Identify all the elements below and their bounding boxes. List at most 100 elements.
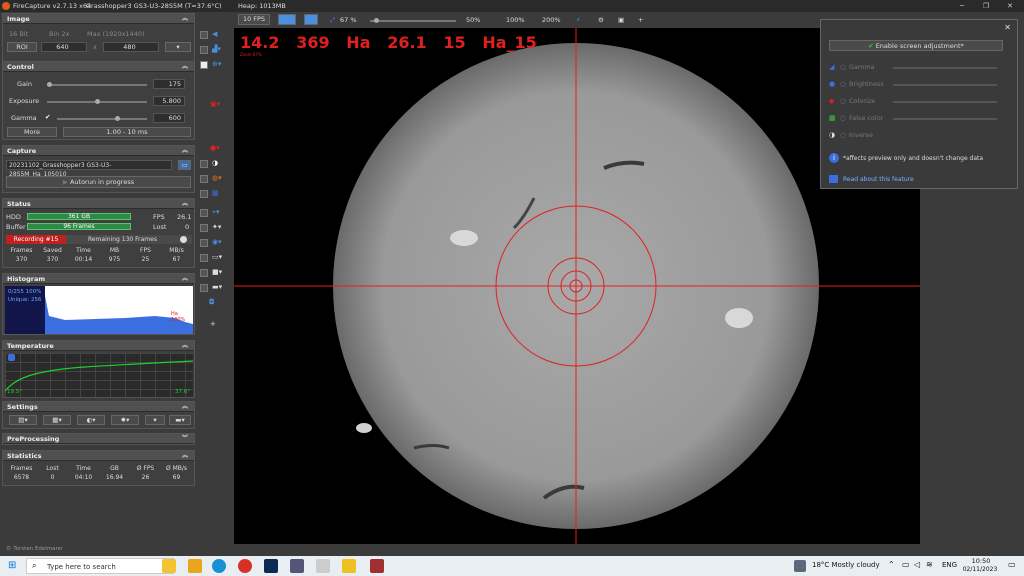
wifi-icon[interactable]: ≋ (926, 560, 933, 569)
record-icon[interactable]: ▣▾ (210, 100, 220, 108)
adjust-radio[interactable]: ○ (840, 114, 846, 122)
shield-icon[interactable]: ◘ (209, 298, 215, 306)
adjust-slider[interactable] (893, 101, 997, 103)
status-panel-header[interactable]: Status ︽ (3, 199, 194, 209)
roi-width[interactable]: 640 (41, 42, 87, 52)
clock-time[interactable]: 10:50 (964, 557, 998, 565)
adjust-slider[interactable] (893, 84, 997, 86)
gain-knob[interactable] (47, 82, 52, 87)
monitor-icon[interactable] (304, 14, 318, 25)
exposure-knob[interactable] (95, 99, 100, 104)
terminal-icon[interactable]: ▣ (618, 14, 624, 26)
fullscreen-icon[interactable] (278, 14, 296, 25)
file-explorer-icon[interactable] (188, 559, 202, 573)
tool-checkbox[interactable] (200, 224, 208, 232)
tool-checkbox[interactable] (200, 160, 208, 168)
gamma-checkbox[interactable]: ✔ (45, 113, 50, 121)
settings-icon[interactable]: ⚙ (598, 14, 604, 26)
zoom-200-button[interactable]: 200% (542, 14, 561, 26)
color-settings-button[interactable]: ◐▾ (77, 415, 105, 425)
image-settings-button[interactable]: ▦▾ (43, 415, 71, 425)
tray-chevron-icon[interactable]: ⌃ (888, 560, 895, 569)
tool-checkbox[interactable] (200, 239, 208, 247)
exposure-slider[interactable] (47, 99, 147, 104)
firecapture-taskbar-icon[interactable] (370, 559, 384, 573)
windows-icon[interactable]: ⊞ (8, 560, 16, 571)
stop-icon[interactable]: ●▾ (210, 144, 220, 152)
clock-date[interactable]: 02/11/2023 (960, 566, 1000, 573)
tool-checkbox[interactable] (200, 284, 208, 292)
adjust-slider[interactable] (893, 118, 997, 120)
collapse-icon[interactable]: ︽ (182, 274, 188, 284)
enable-screen-adjust-button[interactable]: ✔ Enable screen adjustment* (829, 40, 1003, 51)
preview-area[interactable]: 14.2 369 Ha 26.1 15 Ha_15 Zoom 67% (234, 28, 920, 544)
weather-text[interactable]: 18°C Mostly cloudy (812, 561, 880, 569)
profile-settings-button[interactable]: ▤▾ (9, 415, 37, 425)
statistics-panel-header[interactable]: Statistics ︽ (3, 451, 194, 461)
fps-button[interactable]: 10 FPS (238, 14, 270, 25)
gain-value[interactable]: 175 (153, 79, 185, 89)
exposure-value[interactable]: 5.800 (153, 96, 185, 106)
roi-height[interactable]: 480 (103, 42, 159, 52)
temp-info-icon[interactable] (8, 354, 15, 361)
tool-checkbox[interactable] (200, 254, 208, 262)
zoom-100-button[interactable]: 100% (506, 14, 525, 26)
close-icon[interactable]: ✕ (1004, 23, 1011, 32)
tool-checkbox[interactable] (200, 61, 208, 69)
star-icon[interactable]: ✦▾ (212, 223, 221, 231)
gain-slider[interactable] (47, 82, 147, 87)
adjust-slider[interactable] (893, 67, 997, 69)
more-button[interactable]: More (7, 127, 57, 137)
collapse-icon[interactable]: ︽ (182, 199, 188, 209)
notification-icon[interactable]: ▭ (1008, 560, 1016, 569)
focus-icon[interactable]: ⌖▾ (212, 208, 219, 217)
adjust-radio[interactable]: ○ (840, 131, 846, 139)
language-label[interactable]: ENG (942, 561, 957, 569)
close-icon[interactable]: ✕ (998, 0, 1022, 12)
maximize-icon[interactable]: ❐ (974, 0, 998, 12)
image-icon[interactable]: ▭▾ (212, 253, 222, 261)
zoom-50-button[interactable]: 50% (466, 14, 480, 26)
bin-option[interactable]: Bin 2x (49, 30, 69, 38)
planet-icon[interactable]: ◉▾ (212, 238, 222, 246)
tool-checkbox[interactable] (200, 175, 208, 183)
collapse-icon[interactable]: ︽ (182, 451, 188, 461)
max-option[interactable]: Max (1920x1440) (87, 30, 145, 38)
tool-checkbox[interactable] (200, 269, 208, 277)
gamma-knob[interactable] (115, 116, 120, 121)
folder-icon[interactable] (162, 559, 176, 573)
zoom-slider[interactable] (370, 18, 456, 23)
zoom-knob[interactable] (374, 18, 379, 23)
photoshop-icon[interactable] (264, 559, 278, 573)
filter-settings-button[interactable]: ▾ (145, 415, 165, 425)
app-icon[interactable] (316, 559, 330, 573)
collapse-icon[interactable]: ︽ (182, 146, 188, 156)
tool-checkbox[interactable] (200, 46, 208, 54)
adjust-radio[interactable]: ○ (840, 63, 846, 71)
tools-settings-button[interactable]: ▬▾ (169, 415, 191, 425)
adjust-radio[interactable]: ○ (840, 80, 846, 88)
autoguide-icon[interactable]: ⚡ (576, 14, 581, 26)
gamma-value[interactable]: 600 (153, 113, 185, 123)
capture-filename[interactable]: 20231102_Grasshopper3 GS3-U3-28S5M_Ha_10… (6, 160, 172, 178)
arrow-left-icon[interactable]: ◀ (212, 30, 217, 38)
collapse-icon[interactable]: ︽ (182, 14, 188, 24)
minimize-icon[interactable]: ─ (950, 0, 974, 12)
contrast-icon[interactable]: ◑ (212, 159, 218, 167)
tool-checkbox[interactable] (200, 31, 208, 39)
app-icon[interactable] (342, 559, 356, 573)
collapse-icon[interactable]: ︽ (182, 62, 188, 72)
network-icon[interactable]: ▭ (902, 560, 910, 569)
roi-dropdown[interactable]: ▾ (165, 42, 191, 52)
bit-option[interactable]: 16 Bit (9, 30, 28, 38)
read-more-link[interactable]: Read about this feature (843, 176, 914, 183)
adjust-radio[interactable]: ○ (840, 97, 846, 105)
search-box[interactable]: ⌕ Type here to search (26, 558, 174, 574)
capture-panel-header[interactable]: Capture ︽ (3, 146, 194, 156)
settings-panel-header[interactable]: Settings ︽ (3, 402, 194, 412)
bar-chart-icon[interactable]: ▟▾ (212, 45, 221, 53)
control-panel-header[interactable]: Control ︽ (3, 62, 194, 72)
tool-checkbox[interactable] (200, 190, 208, 198)
preprocessing-panel-header[interactable]: PreProcessing ︾ (3, 434, 194, 444)
color-wheel-icon[interactable]: ◍▾ (212, 174, 222, 182)
